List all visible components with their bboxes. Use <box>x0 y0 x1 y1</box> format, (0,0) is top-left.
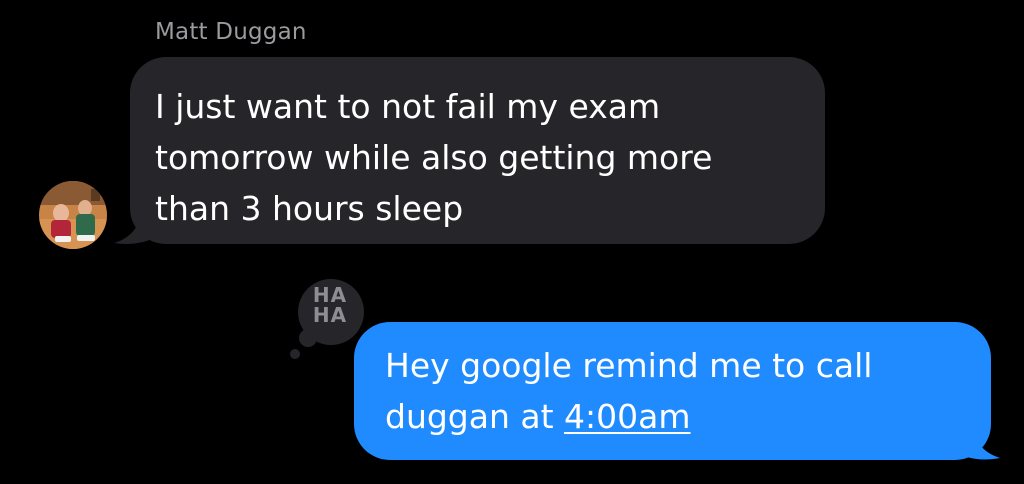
haha-label: HA HA <box>300 285 360 325</box>
time-link[interactable]: 4:00am <box>564 397 690 436</box>
incoming-message-line: than 3 hours sleep <box>155 189 464 228</box>
contact-avatar[interactable] <box>39 181 107 249</box>
outgoing-message-line: Hey google remind me to call <box>385 346 873 385</box>
incoming-message-line: tomorrow while also getting more <box>155 138 713 177</box>
outgoing-message-text: duggan at <box>385 397 565 436</box>
incoming-message-line: I just want to not fail my exam <box>155 87 661 126</box>
outgoing-message-bubble[interactable]: Hey google remind me to call duggan at 4… <box>354 322 991 460</box>
contact-photo-icon <box>39 181 107 249</box>
message-thread: Matt Duggan I just want to not fail my e… <box>0 0 1024 484</box>
haha-label-line: HA <box>312 303 348 327</box>
incoming-message-bubble[interactable]: I just want to not fail my exam tomorrow… <box>130 57 825 244</box>
sender-name: Matt Duggan <box>155 19 307 45</box>
outgoing-message-line: duggan at 4:00am <box>385 391 967 442</box>
haha-label-line: HA <box>312 283 348 307</box>
